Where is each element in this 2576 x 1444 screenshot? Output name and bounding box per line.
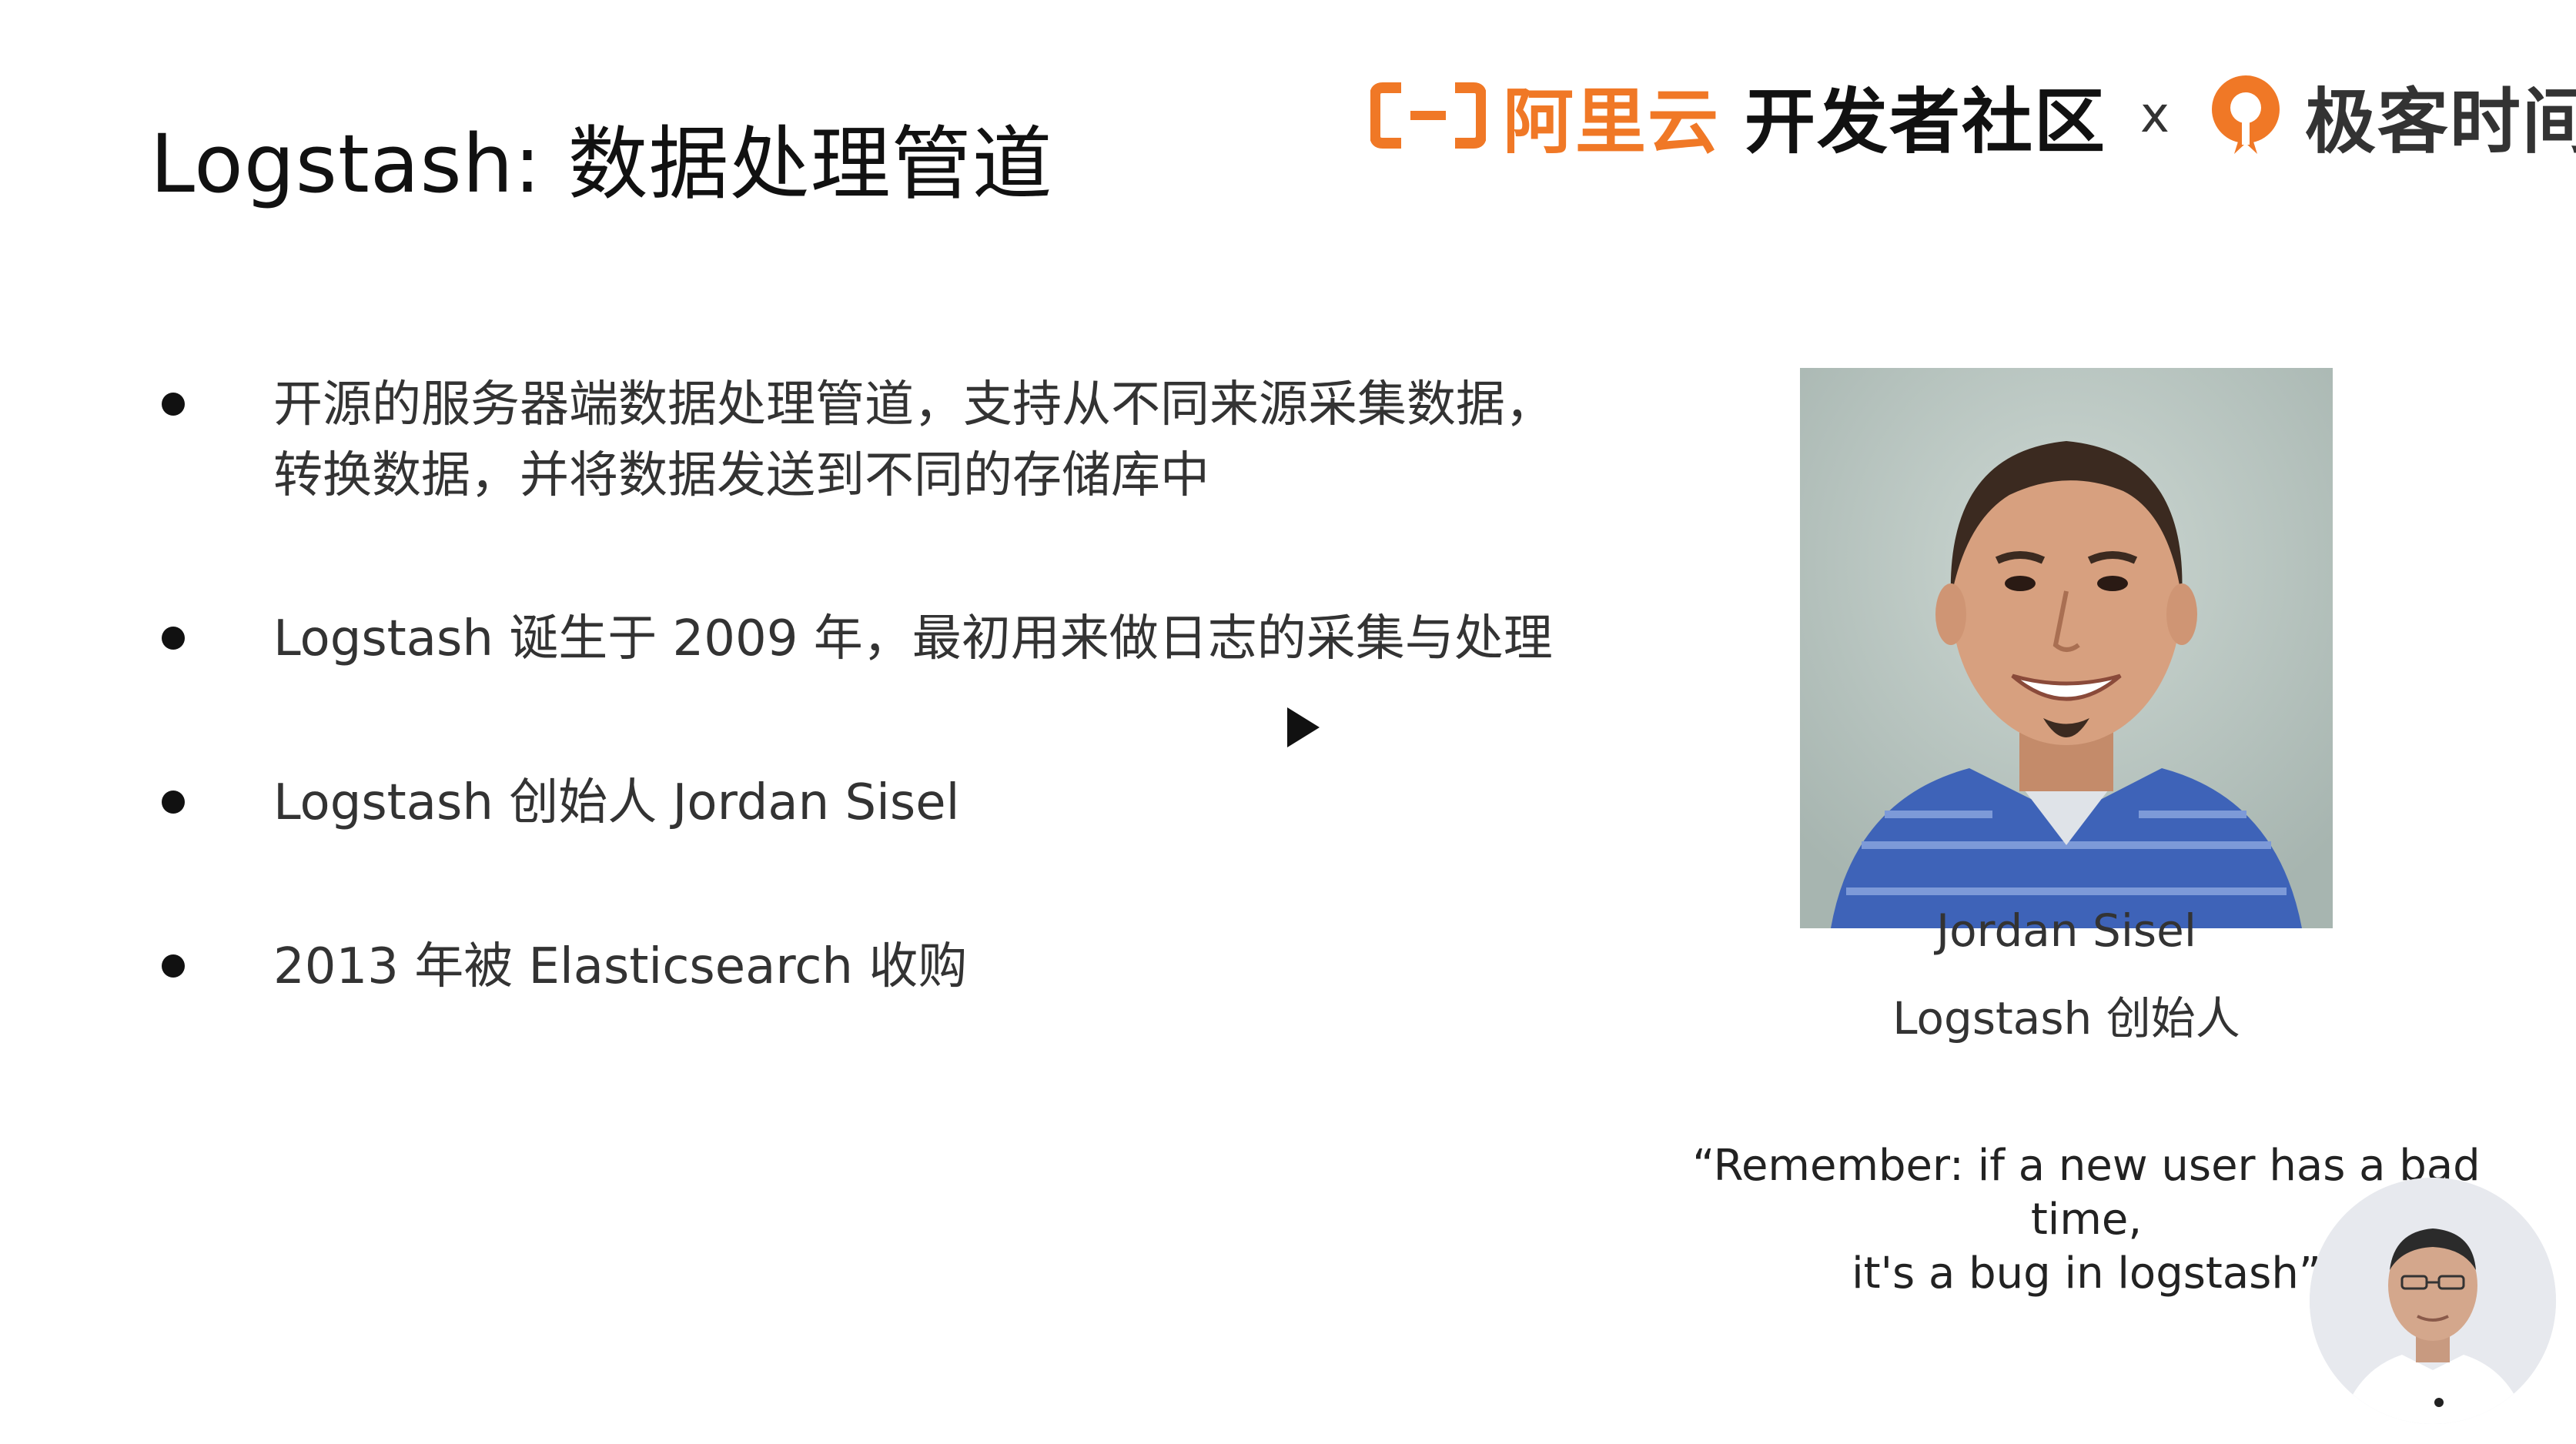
bullet-dot xyxy=(162,393,185,416)
bullet-line: Logstash 创始人 Jordan Sisel xyxy=(273,774,960,831)
aliyun-logo-icon xyxy=(1370,82,1486,149)
bullet-text: Logstash 创始人 Jordan Sisel xyxy=(273,767,959,838)
bullet-item: Logstash 诞生于 2009 年，最初用来做日志的采集与处理 xyxy=(162,603,1553,674)
brand-header: 阿里云 开发者社区 x 极客时间 xyxy=(1370,65,2576,165)
bullet-dot xyxy=(162,791,185,814)
bullet-item: 2013 年被 Elasticsearch 收购 xyxy=(162,931,967,1002)
brand-separator: x xyxy=(2140,87,2170,144)
brand-aliyun-text: 阿里云 xyxy=(1503,80,1721,163)
bullet-text: 2013 年被 Elasticsearch 收购 xyxy=(273,931,967,1002)
bullet-line: 2013 年被 Elasticsearch 收购 xyxy=(273,938,968,995)
brand-developer-community-text: 开发者社区 xyxy=(1745,80,2107,163)
presenter-video xyxy=(2310,1178,2556,1424)
presenter-illustration xyxy=(2310,1178,2556,1424)
bullet-line: Logstash 诞生于 2009 年，最初用来做日志的采集与处理 xyxy=(273,610,1553,667)
portrait-role: Logstash 创始人 xyxy=(1892,992,2240,1045)
bullet-dot xyxy=(162,627,185,650)
bullet-line: 开源的服务器端数据处理管道，支持从不同来源采集数据， xyxy=(273,376,1554,433)
bullet-text: 开源的服务器端数据处理管道，支持从不同来源采集数据， 转换数据，并将数据发送到不… xyxy=(273,369,1554,511)
portrait-photo xyxy=(1800,368,2333,928)
bullet-dot xyxy=(162,954,185,978)
geektime-logo-icon xyxy=(2211,75,2280,154)
play-icon[interactable] xyxy=(1284,704,1323,750)
portrait-illustration xyxy=(1800,368,2333,928)
bullet-line: 转换数据，并将数据发送到不同的存储库中 xyxy=(273,447,1209,504)
portrait-name: Jordan Sisel xyxy=(1936,904,2196,957)
bullet-item: Logstash 创始人 Jordan Sisel xyxy=(162,767,959,838)
brand-geektime-text: 极客时间 xyxy=(2304,80,2576,163)
bullet-text: Logstash 诞生于 2009 年，最初用来做日志的采集与处理 xyxy=(273,603,1553,674)
slide-title: Logstash: 数据处理管道 xyxy=(150,117,1053,211)
bullet-item: 开源的服务器端数据处理管道，支持从不同来源采集数据， 转换数据，并将数据发送到不… xyxy=(162,369,1554,511)
